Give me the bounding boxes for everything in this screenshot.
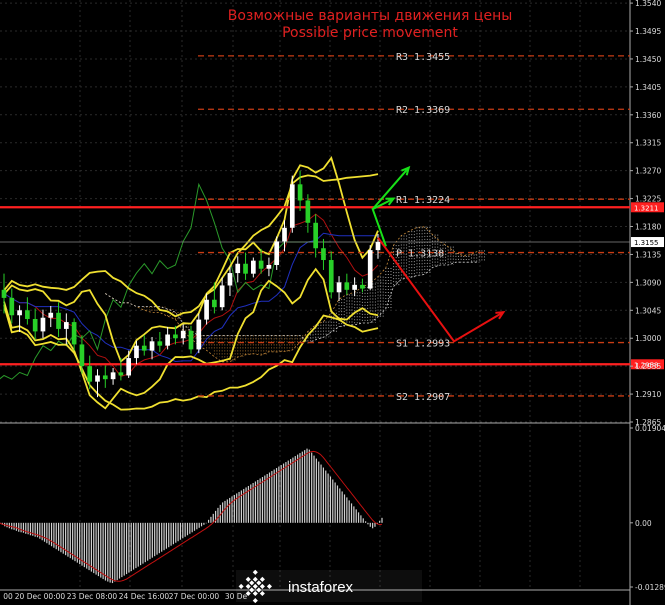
candle-body: [282, 227, 287, 242]
candle-body: [352, 284, 357, 290]
pivot-label: P 1.3138: [396, 249, 444, 260]
candle-body: [204, 299, 209, 320]
candle-body: [274, 241, 280, 265]
candle-body: [95, 375, 100, 382]
candle-body: [196, 319, 202, 350]
pivot-label: R1 1.3224: [396, 195, 450, 206]
y-tick-label: 1.3360: [635, 111, 661, 120]
candle-body: [32, 318, 38, 332]
y-tick-label: 1.3315: [635, 139, 661, 148]
y-tick-label: 1.3405: [635, 83, 661, 92]
y-tick-label: 1.3225: [635, 195, 661, 204]
y-tick-label: 1.2955: [635, 362, 661, 371]
candle-body: [289, 184, 295, 228]
candle-body: [180, 330, 186, 339]
y-tick-label: 1.3180: [635, 223, 661, 232]
y-tick-label: 1.3000: [635, 334, 661, 343]
candle-body: [102, 375, 108, 380]
candle-body: [313, 222, 319, 249]
y-tick-label: 1.2910: [635, 390, 661, 399]
candle-body: [266, 264, 272, 269]
candle-body: [40, 317, 46, 332]
price-chart: R3 1.3455 R2 1.3369 R1 1.3224 P 1.3138 S1 1.…: [0, 0, 665, 605]
candle-body: [188, 330, 194, 350]
y-tick-label: 1.3045: [635, 306, 661, 315]
pivot-label: R2 1.3369: [396, 105, 450, 116]
candle-body: [321, 248, 326, 261]
candle-body: [235, 263, 241, 274]
chart-subtitle: Possible price movement: [282, 25, 458, 41]
resistance-price-label: 1.3211: [634, 204, 659, 212]
candle-body: [258, 260, 264, 269]
current-price-label: 1.3155: [634, 239, 659, 247]
candle-body: [227, 273, 233, 286]
pivot-label: S2 1.2907: [396, 392, 450, 403]
candle-body: [165, 334, 170, 346]
x-tick-label: 00: [3, 592, 13, 601]
y-tick-label: 1.3540: [635, 0, 661, 8]
pivot-label: R3 1.3455: [396, 52, 450, 63]
hist-tick-label: 0.00: [635, 519, 652, 528]
candle-body: [134, 345, 139, 359]
candle-body: [173, 334, 178, 339]
pivot-label: S1 1.2993: [396, 339, 450, 350]
y-tick-label: 1.3270: [635, 167, 661, 176]
candle-body: [141, 345, 147, 351]
x-tick-label: 23 Dec 08:00: [67, 592, 118, 601]
y-tick-label: 1.3090: [635, 278, 661, 287]
candle-body: [328, 260, 334, 293]
candle-body: [243, 263, 248, 274]
candle-body: [63, 322, 69, 329]
candle-body: [1, 289, 7, 298]
x-tick-label: 24 Dec 16:00: [119, 592, 170, 601]
y-tick-label: 1.3495: [635, 27, 661, 36]
candle-body: [110, 372, 116, 380]
x-axis: 00 20 Dec 00:00 23 Dec 08:00 24 Dec 16:00 27…: [3, 592, 247, 601]
candle-body: [375, 242, 381, 251]
hist-tick-label: 0.01904: [635, 424, 665, 433]
x-tick-label: 20 Dec 00:00: [15, 592, 66, 601]
candle-body: [126, 358, 132, 376]
logo-text: instaforex: [288, 579, 354, 596]
candle-body: [212, 299, 217, 308]
candle-body: [17, 310, 22, 316]
y-tick-label: 1.3450: [635, 55, 661, 64]
candle-body: [250, 260, 256, 274]
candle-body: [9, 297, 15, 316]
watermark-logo: instaforex: [236, 569, 422, 604]
candle-body: [87, 366, 93, 382]
candle-body: [360, 284, 365, 289]
candle-body: [118, 372, 124, 376]
chart-title: Возможные варианты движения цены: [228, 8, 513, 24]
candle-body: [48, 312, 54, 318]
candle-body: [25, 310, 30, 319]
y-tick-label: 1.3135: [635, 250, 661, 259]
candle-body: [71, 322, 77, 345]
candle-body: [79, 344, 85, 367]
candle-body: [305, 200, 311, 223]
candle-body: [149, 341, 155, 351]
hist-tick-label: -0.01289: [635, 583, 665, 592]
candle-body: [56, 312, 61, 329]
candle-body: [157, 341, 163, 346]
candle-body: [219, 285, 225, 308]
candle-body: [297, 184, 303, 201]
x-tick-label: 27 Dec 00:00: [169, 592, 220, 601]
candle-body: [344, 282, 350, 290]
candle-body: [367, 250, 373, 289]
candle-body: [336, 282, 342, 293]
